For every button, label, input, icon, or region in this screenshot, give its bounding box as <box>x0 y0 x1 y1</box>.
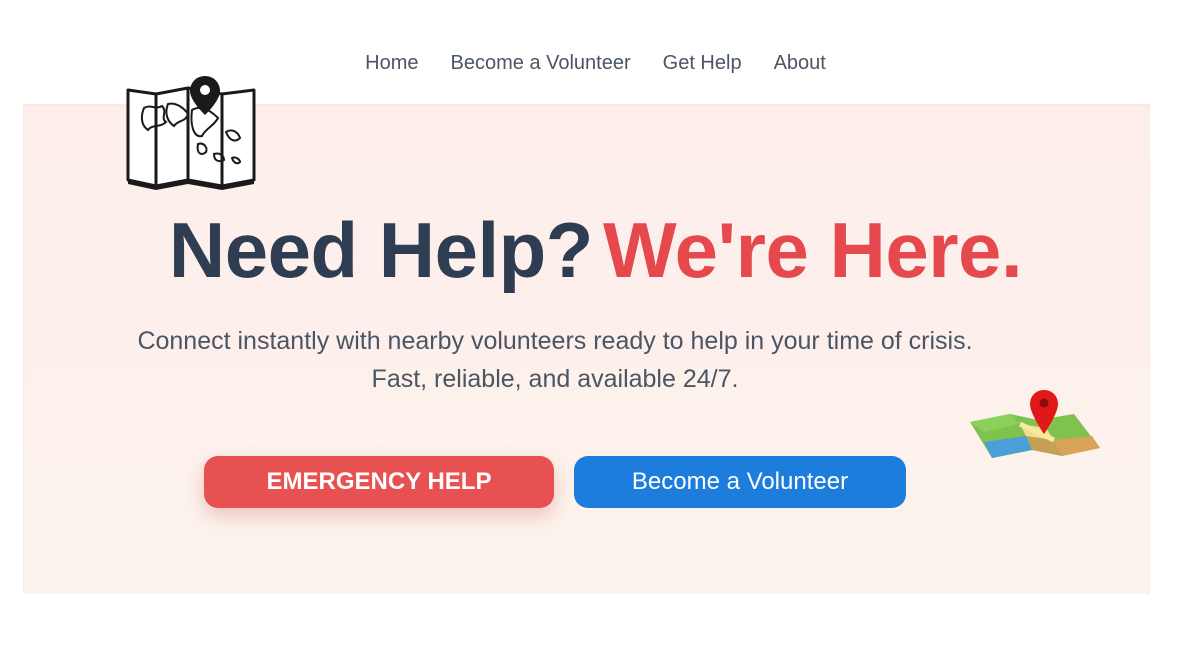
hero-title-dark: Need Help? <box>168 206 594 294</box>
emergency-help-button[interactable]: EMERGENCY HELP <box>204 456 554 508</box>
nav-links: Home Become a Volunteer Get Help About <box>0 50 1191 76</box>
folded-map-pin-icon <box>126 76 256 190</box>
become-volunteer-button[interactable]: Become a Volunteer <box>574 456 906 508</box>
nav-become-volunteer-link[interactable]: Become a Volunteer <box>451 50 631 76</box>
color-map-pin-icon <box>970 390 1100 458</box>
nav-home-link[interactable]: Home <box>365 50 418 76</box>
hero-title: Need Help? We're Here. <box>0 205 1191 295</box>
nav-about-link[interactable]: About <box>774 50 826 76</box>
hero-subtitle: Connect instantly with nearby volunteers… <box>137 327 973 393</box>
nav-get-help-link[interactable]: Get Help <box>663 50 742 76</box>
hero-title-red: We're Here. <box>602 206 1023 294</box>
